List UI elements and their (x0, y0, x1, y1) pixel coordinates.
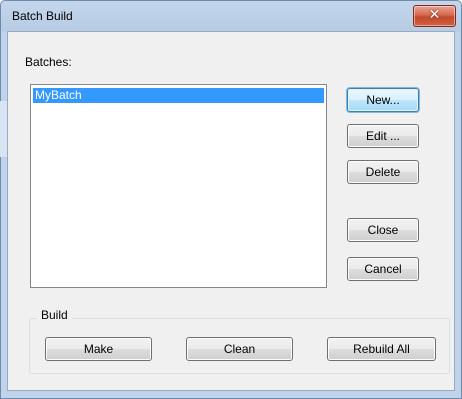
close-icon: ✕ (428, 7, 441, 23)
new-button[interactable]: New... (347, 88, 419, 112)
clean-button[interactable]: Clean (186, 337, 293, 361)
cancel-button[interactable]: Cancel (347, 257, 419, 281)
window-close-button[interactable]: ✕ (413, 5, 456, 27)
window-title: Batch Build (12, 9, 73, 23)
make-button[interactable]: Make (45, 337, 152, 361)
build-group-label: Build (37, 308, 72, 322)
edit-button[interactable]: Edit ... (347, 124, 419, 148)
batches-label: Batches: (25, 55, 72, 69)
rebuild-all-button[interactable]: Rebuild All (327, 337, 436, 361)
list-item[interactable]: MyBatch (33, 88, 324, 103)
delete-button[interactable]: Delete (347, 160, 419, 184)
close-button[interactable]: Close (347, 218, 419, 242)
batches-list[interactable]: MyBatch (30, 84, 327, 288)
window-edge-highlight (0, 101, 7, 157)
